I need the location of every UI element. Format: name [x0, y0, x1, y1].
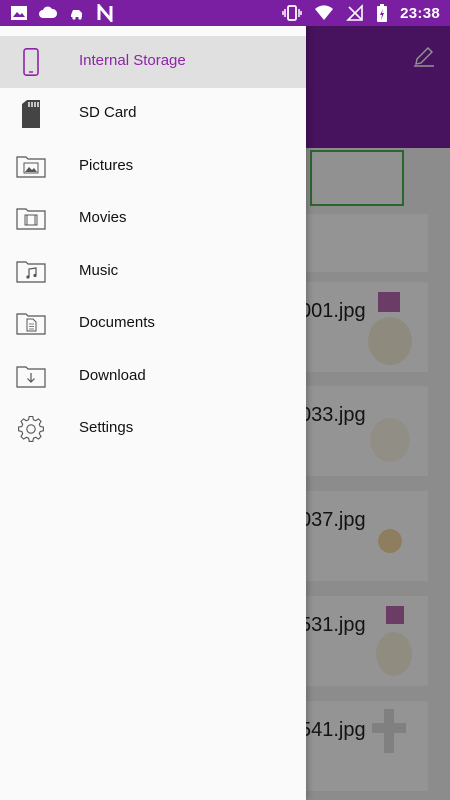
drawer-item-label: Documents: [79, 314, 155, 331]
drawer-item-settings[interactable]: Settings: [0, 403, 306, 455]
drawer-item-movies[interactable]: Movies: [0, 193, 306, 245]
battery-charging-icon: [377, 4, 388, 22]
navigation-drawer: Internal Storage SD Card Pictures Movies: [0, 26, 306, 800]
drawer-item-label: Settings: [79, 419, 134, 436]
documents-folder-icon: [16, 313, 46, 335]
pictures-folder-icon: [16, 156, 46, 178]
drawer-item-label: Music: [79, 262, 119, 279]
status-bar: 23:38: [0, 0, 450, 26]
drawer-item-internal-storage[interactable]: Internal Storage: [0, 36, 306, 88]
cloud-icon: [39, 6, 58, 18]
vibrate-icon: [282, 5, 302, 21]
phone-icon: [23, 48, 39, 76]
drawer-item-documents[interactable]: Documents: [0, 298, 306, 350]
car-icon: [71, 10, 82, 20]
drawer-item-music[interactable]: Music: [0, 246, 306, 298]
image-icon: [11, 6, 27, 20]
drawer-item-download[interactable]: Download: [0, 351, 306, 403]
drawer-item-label: Download: [79, 367, 146, 384]
movies-folder-icon: [16, 208, 46, 230]
drawer-item-label: SD Card: [79, 104, 137, 121]
wifi-icon: [315, 5, 334, 20]
no-sim-icon: [346, 4, 363, 21]
clock: 23:38: [400, 4, 440, 22]
drawer-item-label: Pictures: [79, 157, 134, 174]
n-icon: [97, 4, 113, 22]
drawer-item-label: Internal Storage: [79, 52, 186, 69]
sd-card-icon: [22, 100, 40, 128]
gear-icon: [18, 415, 44, 442]
drawer-item-sd-card[interactable]: SD Card: [0, 88, 306, 140]
drawer-item-pictures[interactable]: Pictures: [0, 141, 306, 193]
drawer-item-label: Movies: [79, 209, 127, 226]
download-folder-icon: [16, 366, 46, 388]
music-folder-icon: [16, 261, 46, 283]
